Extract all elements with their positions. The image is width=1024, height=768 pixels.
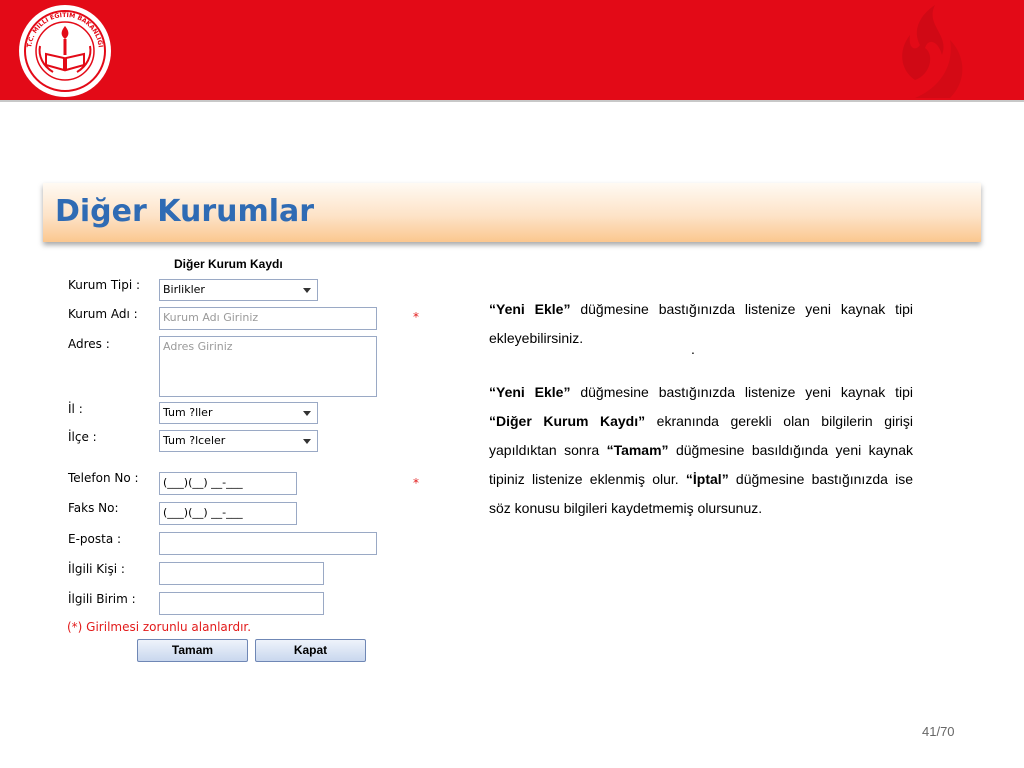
tamam-button[interactable]: Tamam [137,639,248,662]
page-number: 41/70 [922,724,955,739]
kurum-adi-input[interactable]: Kurum Adı Giriniz [159,307,377,330]
adres-label: Adres : [68,337,110,351]
faks-label: Faks No: [68,501,119,515]
eposta-input[interactable] [159,532,377,555]
kurum-adi-label: Kurum Adı : [68,307,138,321]
telefon-required-mark: * [413,476,419,490]
yeni-ekle-emphasis: “Yeni Ekle” [489,384,571,400]
faks-mask: (___)(__) __-___ [163,506,243,519]
kurum-adi-placeholder: Kurum Adı Giriniz [163,311,259,324]
kurum-adi-required-mark: * [413,310,419,324]
ilgili-birim-label: İlgili Birim : [68,592,136,606]
header-band: T.C. MİLLİ EĞİTİM BAKANLIĞI [0,0,1024,100]
telefon-mask: (___)(__) __-___ [163,476,243,489]
slide-title: Diğer Kurumlar [55,194,315,229]
stray-dot: . [691,341,695,357]
dropdown-arrow-icon [303,411,311,416]
ilce-value: Tum ?lceler [163,434,226,447]
telefon-label: Telefon No : [68,471,139,485]
kapat-button[interactable]: Kapat [255,639,366,662]
il-label: İl : [68,402,83,416]
ilce-label: İlçe : [68,430,97,444]
yeni-ekle-emphasis: “Yeni Ekle” [489,301,571,317]
header-divider [0,100,1024,102]
kurum-tipi-select[interactable]: Birlikler [159,279,318,301]
description-paragraph-1: “Yeni Ekle” düğmesine bastığınızda liste… [489,295,913,353]
ilgili-kisi-label: İlgili Kişi : [68,562,125,576]
tamam-emphasis: “Tamam” [606,442,669,458]
kurum-tipi-label: Kurum Tipi : [68,278,141,292]
iptal-emphasis: “İptal” [685,471,729,487]
ministry-logo-icon: T.C. MİLLİ EĞİTİM BAKANLIĞI [19,5,111,97]
diger-kurum-kaydi-emphasis: “Diğer Kurum Kaydı” [489,413,646,429]
ilgili-kisi-input[interactable] [159,562,324,585]
ilce-select[interactable]: Tum ?lceler [159,430,318,452]
ilgili-birim-input[interactable] [159,592,324,615]
form-title: Diğer Kurum Kaydı [174,257,283,271]
description-paragraph-2: “Yeni Ekle” düğmesine bastığınızda liste… [489,378,913,523]
eposta-label: E-posta : [68,532,122,546]
dropdown-arrow-icon [303,439,311,444]
il-select[interactable]: Tum ?ller [159,402,318,424]
telefon-input[interactable]: (___)(__) __-___ [159,472,297,495]
flame-watermark-icon [902,5,963,98]
faks-input[interactable]: (___)(__) __-___ [159,502,297,525]
il-value: Tum ?ller [163,406,213,419]
dropdown-arrow-icon [303,288,311,293]
kurum-tipi-value: Birlikler [163,283,205,296]
required-fields-note: (*) Girilmesi zorunlu alanlardır. [67,620,252,634]
description-text: düğmesine bastığınızda listenize yeni ka… [570,384,913,400]
adres-textarea[interactable]: Adres Giriniz [159,336,377,397]
slide-title-bar: Diğer Kurumlar [43,183,981,242]
adres-placeholder: Adres Giriniz [163,340,233,353]
